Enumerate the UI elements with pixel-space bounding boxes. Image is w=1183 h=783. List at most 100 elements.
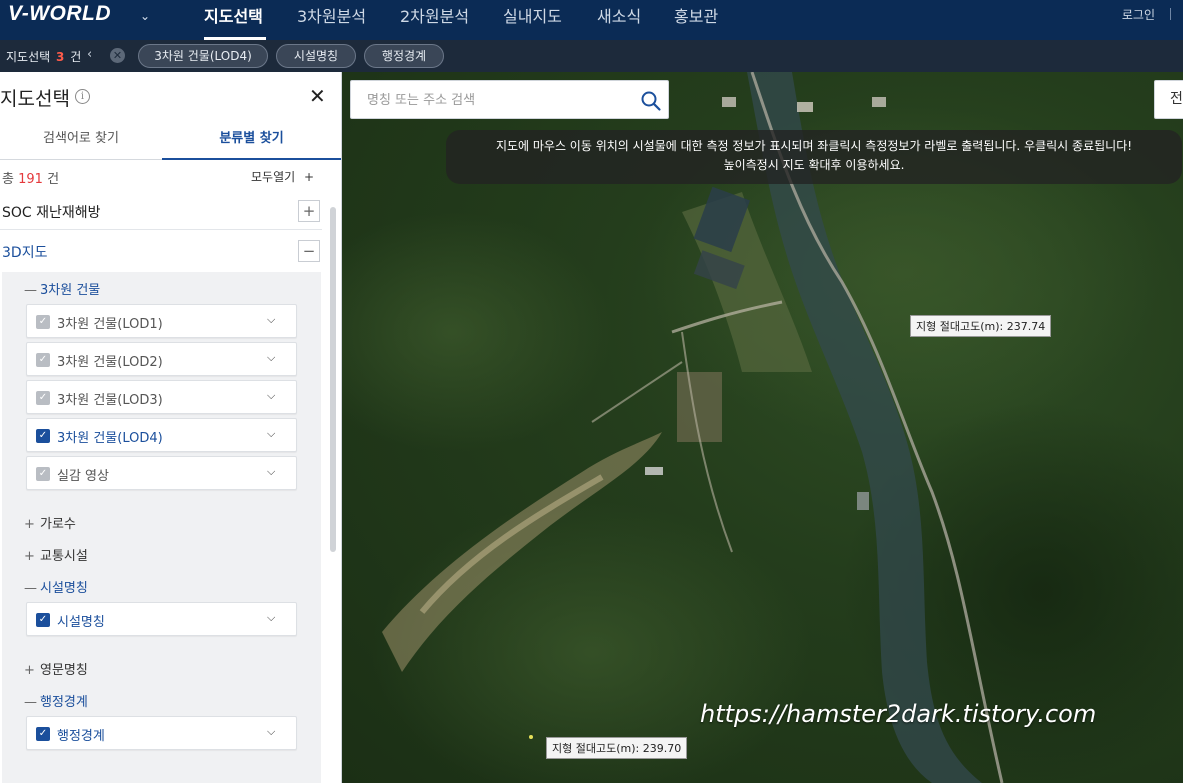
category-soc[interactable]: SOC 재난재해방 +: [0, 192, 322, 230]
group-label: 행정경계: [40, 695, 88, 710]
clear-all-icon[interactable]: ✕: [110, 48, 125, 63]
total-prefix: 총: [2, 172, 14, 187]
group-label: 3차원 건물: [40, 283, 101, 298]
minus-icon: —: [24, 581, 37, 596]
minus-icon: —: [24, 695, 37, 710]
checkbox-checked[interactable]: ✓: [36, 613, 50, 627]
layer-item-lod2[interactable]: ✓ 3차원 건물(LOD2) ⌵: [26, 342, 297, 376]
filter-chip-admin[interactable]: 행정경계: [364, 44, 444, 68]
map-select-sidebar: 지도선택 i ✕ 검색어로 찾기 분류별 찾기 총 191 건 모두열기 + S…: [0, 72, 342, 783]
selected-count-unit: 건: [70, 50, 82, 64]
layer-label: 실감 영상: [57, 469, 109, 484]
group-label: 교통시설: [40, 549, 88, 564]
search-input[interactable]: [367, 90, 637, 110]
group-label: 가로수: [40, 517, 76, 532]
checkbox[interactable]: ✓: [36, 315, 50, 329]
total-count: 총 191 건: [2, 168, 59, 187]
tab-category-search[interactable]: 분류별 찾기: [162, 119, 341, 160]
layer-item-lod1[interactable]: ✓ 3차원 건물(LOD1) ⌵: [26, 304, 297, 338]
blog-watermark: https://hamster2dark.tistory.com: [700, 700, 1097, 728]
secondary-search-box[interactable]: 전: [1154, 80, 1183, 119]
search-box: [350, 80, 669, 119]
layer-label: 시설명칭: [57, 615, 105, 630]
checkbox[interactable]: ✓: [36, 467, 50, 481]
chevron-down-icon[interactable]: ⌄: [140, 9, 150, 23]
group-admin-boundary[interactable]: — 행정경계: [24, 691, 88, 710]
expand-all-button[interactable]: 모두열기 +: [251, 168, 314, 185]
elevation-label: 지형 절대고도(m): 237.74: [910, 315, 1052, 337]
chevron-down-icon[interactable]: ⌵: [267, 427, 275, 441]
layer-label: 3차원 건물(LOD1): [57, 317, 163, 332]
nav-map-select[interactable]: 지도선택: [204, 3, 263, 27]
layer-label: 3차원 건물(LOD2): [57, 355, 163, 370]
group-label: 영문명칭: [40, 663, 88, 678]
collapse-minus-icon[interactable]: −: [298, 240, 320, 262]
elevation-label: 지형 절대고도(m): 239.70: [546, 737, 688, 759]
category-label: 3D지도: [2, 245, 48, 261]
measure-point-marker: [529, 735, 533, 739]
layer-item-lod3[interactable]: ✓ 3차원 건물(LOD3) ⌵: [26, 380, 297, 414]
group-facility-names[interactable]: — 시설명칭: [24, 577, 88, 596]
filter-chip-facility[interactable]: 시설명칭: [276, 44, 356, 68]
group-label: 시설명칭: [40, 581, 88, 596]
expand-all-label: 모두열기: [251, 170, 296, 184]
group-3d-building[interactable]: —3차원 건물: [24, 279, 100, 298]
chevron-down-icon[interactable]: ⌵: [267, 351, 275, 365]
notice-line-2: 높이측정시 지도 확대후 이용하세요.: [723, 158, 905, 172]
plus-icon: +: [304, 170, 315, 184]
layer-label: 3차원 건물(LOD4): [57, 431, 163, 446]
sidebar-tabs: 검색어로 찾기 분류별 찾기: [0, 119, 341, 160]
group-transport[interactable]: + 교통시설: [24, 545, 88, 564]
chevron-down-icon[interactable]: ⌵: [267, 611, 275, 625]
chevron-down-icon[interactable]: ⌵: [267, 313, 275, 327]
layer-item-facility-names[interactable]: ✓ 시설명칭 ⌵: [26, 602, 297, 636]
collapse-chevron-icon[interactable]: ‹: [87, 47, 92, 62]
chevron-down-icon[interactable]: ⌵: [267, 725, 275, 739]
selected-count-label: 지도선택: [6, 50, 51, 64]
sidebar-scrollbar[interactable]: [330, 207, 336, 552]
layer-label: 행정경계: [57, 729, 105, 744]
selected-filter-bar: 지도선택 3 건 ‹ ✕ 3차원 건물(LOD4) 시설명칭 행정경계: [0, 40, 1183, 72]
nav-2d-analysis[interactable]: 2차원분석: [400, 3, 469, 27]
notice-line-1: 지도에 마우스 이동 위치의 시설물에 대한 측정 정보가 표시되며 좌클릭시 …: [495, 139, 1133, 153]
nav-promotion[interactable]: 홍보관: [674, 3, 718, 27]
close-icon[interactable]: ✕: [309, 84, 326, 108]
expand-plus-icon[interactable]: +: [298, 200, 320, 222]
sidebar-title: 지도선택: [0, 88, 70, 110]
layer-item-admin-boundary[interactable]: ✓ 행정경계 ⌵: [26, 716, 297, 750]
total-unit: 건: [47, 172, 60, 187]
checkbox[interactable]: ✓: [36, 391, 50, 405]
chevron-down-icon[interactable]: ⌵: [267, 465, 275, 479]
minus-icon: —: [24, 283, 37, 298]
layer-item-realistic-image[interactable]: ✓ 실감 영상 ⌵: [26, 456, 297, 490]
vworld-logo[interactable]: V-WORLD: [8, 2, 111, 26]
plus-icon: +: [24, 517, 35, 532]
category-3d-map[interactable]: 3D지도 −: [0, 232, 322, 270]
info-icon[interactable]: i: [75, 89, 90, 104]
nav-indoor-map[interactable]: 실내지도: [503, 3, 562, 27]
chevron-down-icon[interactable]: ⌵: [267, 389, 275, 403]
tab-keyword-search[interactable]: 검색어로 찾기: [0, 119, 162, 160]
measure-notice: 지도에 마우스 이동 위치의 시설물에 대한 측정 정보가 표시되며 좌클릭시 …: [446, 130, 1182, 184]
group-street-trees[interactable]: + 가로수: [24, 513, 76, 532]
selected-count: 지도선택 3 건: [6, 48, 81, 65]
total-number: 191: [18, 172, 43, 187]
login-link[interactable]: 로그인: [1122, 6, 1155, 23]
checkbox-checked[interactable]: ✓: [36, 727, 50, 741]
checkbox[interactable]: ✓: [36, 353, 50, 367]
plus-icon: +: [24, 663, 35, 678]
nav-3d-analysis[interactable]: 3차원분석: [297, 3, 366, 27]
group-english-names[interactable]: + 영문명칭: [24, 659, 88, 678]
search-icon[interactable]: [640, 90, 662, 112]
selected-count-number: 3: [56, 50, 65, 64]
checkbox-checked[interactable]: ✓: [36, 429, 50, 443]
layer-item-lod4[interactable]: ✓ 3차원 건물(LOD4) ⌵: [26, 418, 297, 452]
category-label: SOC 재난재해방: [2, 205, 101, 221]
plus-icon: +: [24, 549, 35, 564]
nav-news[interactable]: 새소식: [597, 3, 641, 27]
layer-label: 3차원 건물(LOD3): [57, 393, 163, 408]
top-navigation: V-WORLD ⌄ 지도선택 3차원분석 2차원분석 실내지도 새소식 홍보관 …: [0, 0, 1183, 40]
filter-chip-lod4[interactable]: 3차원 건물(LOD4): [138, 44, 268, 68]
nav-divider: [1170, 8, 1171, 20]
map-view[interactable]: 전 지도에 마우스 이동 위치의 시설물에 대한 측정 정보가 표시되며 좌클릭…: [342, 72, 1183, 783]
